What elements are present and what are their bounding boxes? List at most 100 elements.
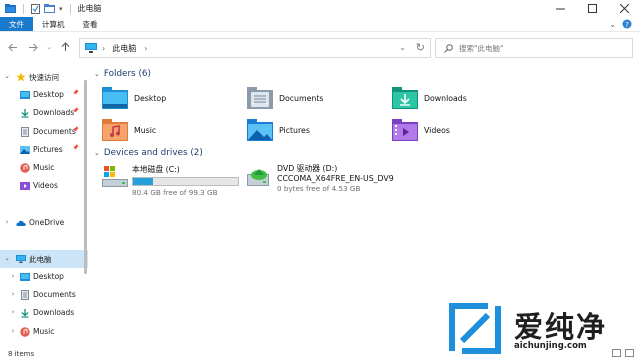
nav-item-label: 快速访问	[29, 73, 59, 82]
refresh-icon[interactable]: ↻	[416, 41, 425, 54]
up-button[interactable]	[55, 37, 75, 57]
folder-documents[interactable]: Documents	[247, 87, 323, 109]
drive-volume-label: CCCOMA_X64FRE_EN-US_DV9	[277, 174, 394, 183]
drive-label: DVD 驱动器 (D:)	[277, 164, 338, 173]
videos-icon	[392, 119, 418, 141]
item-count: 8 items	[8, 349, 35, 358]
nav-item[interactable]: Downloads 📌	[0, 104, 88, 122]
new-folder-icon[interactable]	[44, 4, 55, 13]
up-arrow-icon	[61, 42, 69, 51]
documents-icon	[20, 290, 30, 301]
chevron-down-icon[interactable]: ⌄	[3, 254, 11, 262]
pin-icon: 📌	[72, 144, 79, 151]
folder-pictures[interactable]: Pictures	[247, 119, 310, 141]
nav-item[interactable]: Music	[0, 159, 88, 177]
nav-item-label: Downloads	[33, 108, 75, 118]
watermark-url: aichunjing.com	[514, 341, 587, 351]
breadcrumb-this-pc[interactable]: 此电脑	[112, 43, 136, 54]
chevron-down-icon[interactable]: ⌄	[3, 72, 11, 80]
nav-item-label: Music	[33, 326, 55, 336]
maximize-button[interactable]	[576, 0, 608, 17]
qa-dropdown-icon[interactable]: ▾	[59, 5, 63, 13]
properties-icon[interactable]	[31, 3, 40, 14]
folder-label: Downloads	[424, 93, 467, 103]
hard-drive-icon	[102, 166, 128, 187]
search-box[interactable]: 搜索"此电脑"	[435, 38, 633, 58]
chevron-right-icon[interactable]: ›	[9, 308, 17, 316]
quick-access-toolbar: ▾	[0, 3, 74, 14]
watermark-text: 爱纯净	[514, 310, 608, 344]
nav-item-label: Documents	[33, 126, 76, 136]
drive-free-space: 0 bytes free of 4.53 GB	[277, 184, 361, 193]
onedrive-icon	[16, 218, 26, 228]
nav-item[interactable]: Pictures 📌	[0, 141, 88, 159]
tab-file[interactable]: 文件	[0, 17, 33, 31]
navigation-scrollbar[interactable]	[84, 80, 87, 274]
pin-icon: 📌	[72, 90, 79, 97]
tab-computer[interactable]: 计算机	[33, 17, 74, 31]
download-icon	[20, 308, 30, 319]
address-bar[interactable]: › 此电脑 › ⌄ ↻	[79, 38, 431, 58]
help-icon[interactable]: ?	[622, 19, 632, 29]
close-button[interactable]	[608, 0, 640, 17]
nav-item[interactable]: Documents 📌	[0, 123, 88, 141]
separator	[23, 3, 24, 14]
folder-label: Documents	[279, 93, 324, 103]
folder-downloads[interactable]: Downloads	[392, 87, 467, 109]
desktop-folder-icon	[102, 87, 128, 109]
nav-item-label: Music	[33, 162, 55, 172]
nav-item[interactable]: › Desktop	[0, 268, 88, 286]
breadcrumb-chevron-icon[interactable]: ›	[144, 44, 147, 53]
nav-item-label: Desktop	[33, 272, 64, 282]
nav-item[interactable]: ⌄ 快速访问	[0, 68, 88, 86]
drives-heading: Devices and drives (2)	[103, 148, 203, 158]
back-button[interactable]	[3, 37, 23, 57]
chevron-down-icon: ⌄	[46, 43, 52, 51]
minimize-icon	[555, 8, 565, 10]
breadcrumb-chevron-icon[interactable]: ›	[102, 44, 105, 53]
nav-item[interactable]: Videos	[0, 177, 88, 195]
search-icon	[444, 43, 453, 53]
folder-music[interactable]: Music	[102, 119, 156, 141]
this-pc-icon	[85, 43, 97, 53]
desktop-folder-icon	[20, 272, 30, 282]
nav-item[interactable]: › Downloads	[0, 304, 88, 322]
close-icon	[619, 4, 629, 13]
nav-item[interactable]: › OneDrive	[0, 214, 88, 232]
drive-d[interactable]: DVD 驱动器 (D:) CCCOMA_X64FRE_EN-US_DV9 0 b…	[247, 164, 394, 194]
nav-item-label: 此电脑	[29, 254, 52, 264]
nav-item-label: Pictures	[33, 144, 63, 154]
folder-videos[interactable]: Videos	[392, 119, 450, 141]
minimize-button[interactable]	[544, 0, 576, 17]
nav-item-label: Videos	[33, 181, 58, 191]
tab-view[interactable]: 查看	[74, 17, 107, 31]
folder-desktop[interactable]: Desktop	[102, 87, 166, 109]
documents-icon	[247, 87, 273, 109]
forward-button[interactable]	[23, 37, 43, 57]
chevron-right-icon[interactable]: ›	[9, 272, 17, 280]
expand-ribbon-icon[interactable]: ⌄	[609, 20, 616, 29]
forward-arrow-icon	[29, 43, 38, 51]
recent-locations-button[interactable]: ⌄	[43, 37, 55, 57]
chevron-down-icon[interactable]: ⌄	[94, 149, 100, 157]
download-icon	[392, 87, 418, 109]
pictures-icon	[247, 119, 273, 141]
chevron-right-icon[interactable]: ›	[3, 218, 11, 226]
chevron-right-icon[interactable]: ›	[9, 327, 17, 335]
drives-section-header[interactable]: ⌄ Devices and drives (2)	[94, 148, 203, 158]
folder-icon	[5, 4, 16, 13]
folder-label: Music	[134, 125, 157, 135]
chevron-right-icon[interactable]: ›	[9, 290, 17, 298]
nav-item[interactable]: › Documents	[0, 286, 88, 304]
nav-item[interactable]: › Music	[0, 323, 88, 341]
pin-icon: 📌	[72, 108, 79, 115]
drive-usage-bar	[132, 177, 239, 186]
address-dropdown-icon[interactable]: ⌄	[399, 43, 406, 52]
chevron-down-icon[interactable]: ⌄	[94, 70, 100, 78]
drive-c[interactable]: 本地磁盘 (C:) 80.4 GB free of 99.3 GB	[102, 164, 239, 197]
watermark-logo-icon	[446, 301, 504, 356]
nav-item[interactable]: ⌄ 此电脑	[0, 249, 88, 269]
nav-item[interactable]: Desktop 📌	[0, 86, 88, 104]
folders-section-header[interactable]: ⌄ Folders (6)	[94, 69, 151, 79]
